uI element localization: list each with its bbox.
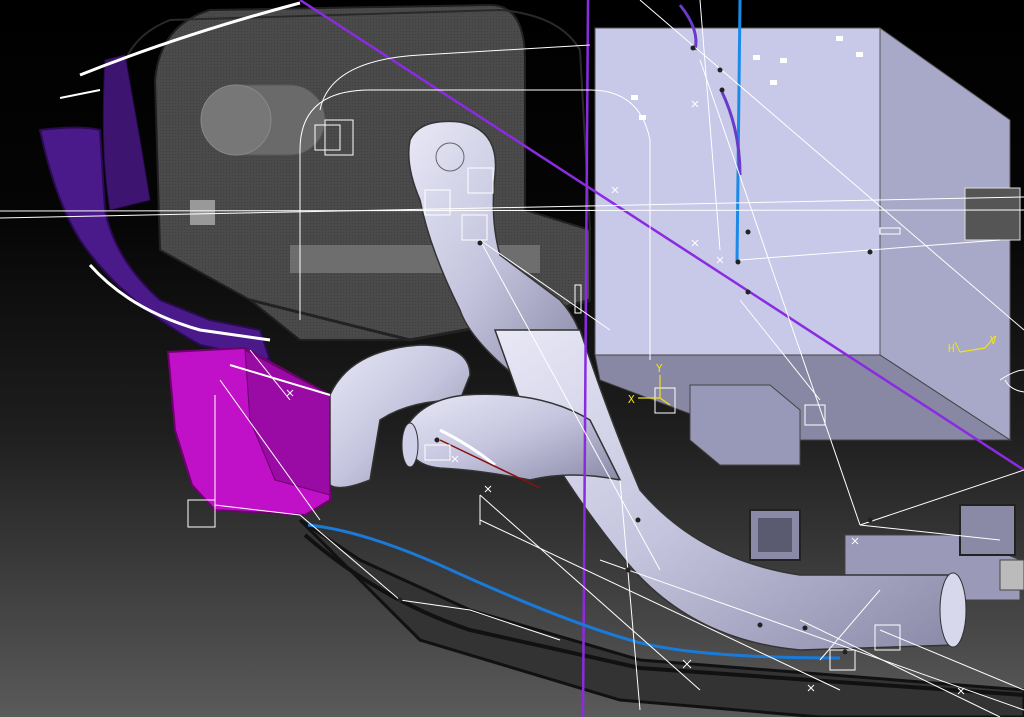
lower-box-bracket-inner bbox=[758, 518, 792, 552]
axis-label-x: X bbox=[628, 393, 635, 406]
compass-label-h: H bbox=[948, 342, 955, 355]
lower-box-left[interactable] bbox=[689, 384, 801, 466]
right-bracket[interactable] bbox=[959, 504, 1016, 556]
purple-fairing-upper[interactable] bbox=[102, 54, 151, 211]
cad-scene[interactable]: H V Y X bbox=[0, 0, 1024, 717]
axis-label-y: Y bbox=[656, 362, 663, 375]
housing-cylinder-cap bbox=[200, 84, 272, 156]
right-edge-block bbox=[999, 559, 1024, 591]
duct-branch-opening bbox=[401, 422, 419, 468]
housing-block bbox=[190, 200, 215, 225]
upper-right-bracket[interactable] bbox=[964, 187, 1021, 241]
cad-3d-viewport[interactable]: H V Y X bbox=[0, 0, 1024, 717]
compass-label-v: V bbox=[990, 334, 997, 347]
duct-outlet[interactable] bbox=[939, 572, 967, 648]
